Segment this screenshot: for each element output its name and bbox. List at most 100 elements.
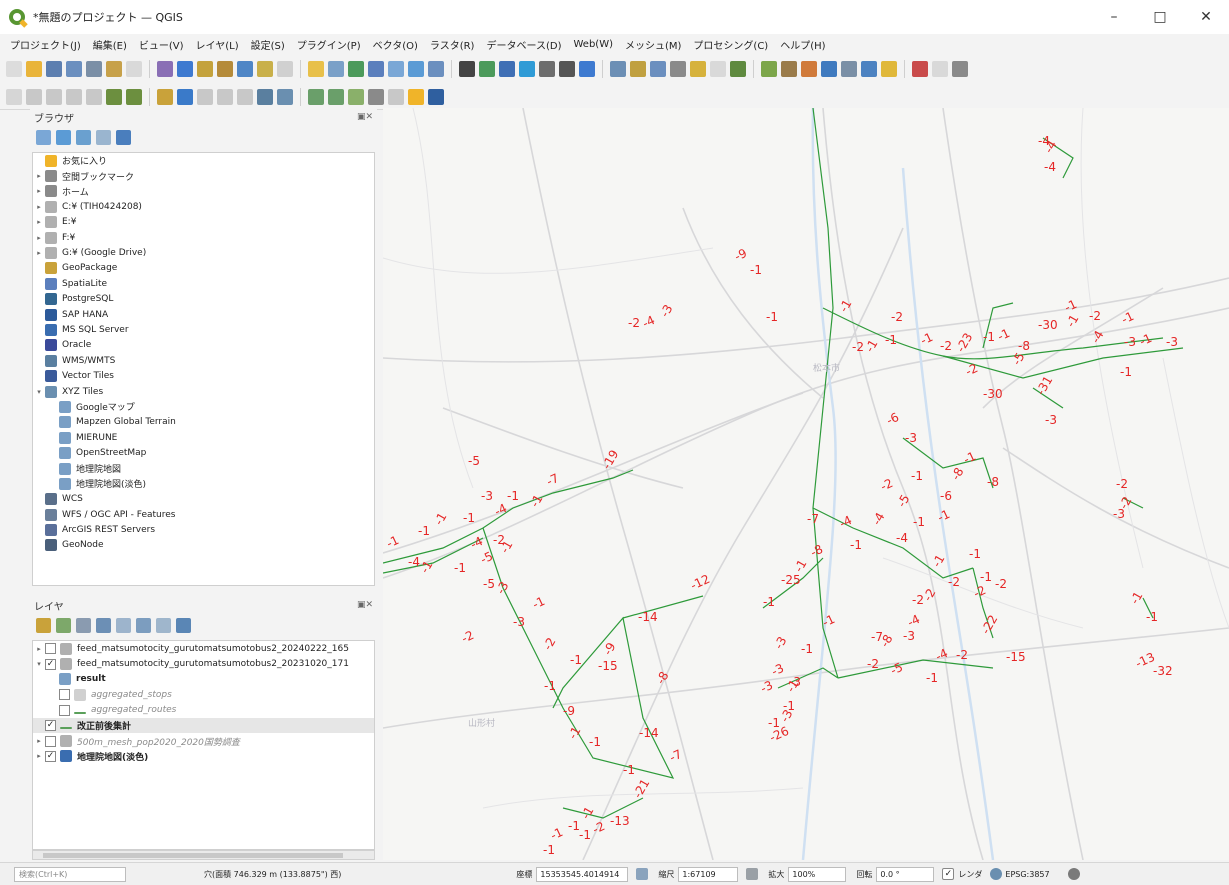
tb1-tool-button-icon[interactable] bbox=[217, 61, 233, 77]
tb1-tool-button-icon[interactable] bbox=[579, 61, 595, 77]
tb1-tool-button-icon[interactable] bbox=[781, 61, 797, 77]
tb2-tool-button-icon[interactable] bbox=[106, 88, 122, 105]
tb2-tool-button-icon[interactable] bbox=[46, 88, 62, 105]
menu-web[interactable]: Web(W) bbox=[567, 39, 619, 50]
browser-item[interactable]: ArcGIS REST Servers bbox=[33, 522, 374, 537]
panel-float-close-icon[interactable]: ▣✕ bbox=[357, 112, 373, 122]
layer-item[interactable]: ▸ feed_matsumotocity_gurutomatsumotobus2_… bbox=[33, 641, 374, 656]
tb1-tool-button-icon[interactable] bbox=[459, 61, 475, 77]
locator-search-input[interactable]: 検索(Ctrl+K) bbox=[14, 866, 126, 882]
tb1-tool-button-icon[interactable] bbox=[66, 61, 82, 77]
tb1-tool-button-icon[interactable] bbox=[801, 61, 817, 77]
browser-item[interactable]: GeoNode bbox=[33, 538, 374, 553]
menu-database[interactable]: データベース(D) bbox=[480, 37, 567, 52]
browser-item[interactable]: Googleマップ bbox=[33, 399, 374, 414]
expand-arrow-icon[interactable]: ▸ bbox=[33, 172, 45, 180]
tb1-tool-button-icon[interactable] bbox=[388, 61, 404, 77]
tb1-tool-button-icon[interactable] bbox=[761, 61, 777, 77]
layer-item[interactable]: aggregated_stops bbox=[33, 687, 374, 702]
tb1-tool-button-icon[interactable] bbox=[368, 61, 384, 77]
browser-item[interactable]: MIERUNE bbox=[33, 430, 374, 445]
tb1-tool-button-icon[interactable] bbox=[630, 61, 646, 77]
menu-view[interactable]: ビュー(V) bbox=[133, 37, 190, 52]
expand-arrow-icon[interactable]: ▾ bbox=[33, 388, 45, 396]
menu-vector[interactable]: ベクタ(O) bbox=[367, 37, 424, 52]
browser-item[interactable]: ▸ 空間ブックマーク bbox=[33, 168, 374, 183]
tb2-tool-button-icon[interactable] bbox=[157, 88, 173, 105]
browser-item[interactable]: ▸ G:¥ (Google Drive) bbox=[33, 245, 374, 260]
filter-by-expression-icon[interactable] bbox=[116, 617, 131, 633]
tb1-tool-button-icon[interactable] bbox=[197, 61, 213, 77]
expand-all-icon[interactable] bbox=[136, 617, 151, 633]
browser-item[interactable]: ▸ ホーム bbox=[33, 184, 374, 199]
browser-item[interactable]: 地理院地図(淡色) bbox=[33, 476, 374, 491]
coordinate-field[interactable]: 15353545.4014914 bbox=[536, 866, 629, 882]
refresh-icon[interactable] bbox=[56, 129, 71, 145]
tb1-tool-button-icon[interactable] bbox=[559, 61, 575, 77]
tb2-tool-button-icon[interactable] bbox=[197, 88, 213, 105]
browser-item[interactable]: MS SQL Server bbox=[33, 322, 374, 337]
layer-item[interactable]: ▸ ✓ 地理院地図(淡色) bbox=[33, 749, 374, 764]
menu-settings[interactable]: 設定(S) bbox=[245, 37, 291, 52]
browser-item[interactable]: PostgreSQL bbox=[33, 292, 374, 307]
tb2-tool-button-icon[interactable] bbox=[408, 88, 424, 105]
properties-icon[interactable] bbox=[116, 129, 131, 145]
panel-float-close-icon[interactable]: ▣✕ bbox=[357, 600, 373, 610]
tb1-tool-button-icon[interactable] bbox=[308, 61, 324, 77]
tb1-tool-button-icon[interactable] bbox=[277, 61, 293, 77]
menu-edit[interactable]: 編集(E) bbox=[87, 37, 133, 52]
tb2-tool-button-icon[interactable] bbox=[126, 88, 142, 105]
tb2-tool-button-icon[interactable] bbox=[388, 88, 404, 105]
magnifier-field[interactable]: 100% bbox=[788, 866, 847, 882]
browser-item[interactable]: WCS bbox=[33, 492, 374, 507]
tb1-tool-button-icon[interactable] bbox=[428, 61, 444, 77]
tb1-tool-button-icon[interactable] bbox=[610, 61, 626, 77]
browser-item[interactable]: ▸ C:¥ (TIH0424208) bbox=[33, 199, 374, 214]
tb1-tool-button-icon[interactable] bbox=[690, 61, 706, 77]
browser-item[interactable]: ▸ F:¥ bbox=[33, 230, 374, 245]
expand-arrow-icon[interactable]: ▸ bbox=[33, 218, 45, 226]
menu-processing[interactable]: プロセシング(C) bbox=[687, 37, 774, 52]
minimize-button[interactable]: – bbox=[1091, 0, 1137, 34]
manage-map-themes-icon[interactable] bbox=[76, 617, 91, 633]
tb1-tool-button-icon[interactable] bbox=[881, 61, 897, 77]
expand-arrow-icon[interactable]: ▸ bbox=[33, 737, 45, 745]
layer-item[interactable]: ▾ ✓ feed_matsumotocity_gurutomatsumotobus2… bbox=[33, 656, 374, 671]
scrollbar-thumb[interactable] bbox=[43, 853, 343, 858]
crs-globe-icon[interactable] bbox=[990, 868, 1003, 880]
tb1-tool-button-icon[interactable] bbox=[932, 61, 948, 77]
menu-help[interactable]: ヘルプ(H) bbox=[774, 37, 831, 52]
tb2-tool-button-icon[interactable] bbox=[308, 88, 324, 105]
tb2-tool-button-icon[interactable] bbox=[257, 88, 273, 105]
tb2-tool-button-icon[interactable] bbox=[368, 88, 384, 105]
tb1-tool-button-icon[interactable] bbox=[670, 61, 686, 77]
menu-raster[interactable]: ラスタ(R) bbox=[424, 37, 481, 52]
messages-icon[interactable] bbox=[1067, 868, 1080, 880]
tb1-tool-button-icon[interactable] bbox=[46, 61, 62, 77]
tb1-tool-button-icon[interactable] bbox=[106, 61, 122, 77]
toggle-extents-icon[interactable] bbox=[636, 868, 649, 880]
remove-layer-icon[interactable] bbox=[176, 617, 191, 633]
tb1-tool-button-icon[interactable] bbox=[821, 61, 837, 77]
tb1-tool-button-icon[interactable] bbox=[730, 61, 746, 77]
tb1-tool-button-icon[interactable] bbox=[479, 61, 495, 77]
browser-item[interactable]: ▸ E:¥ bbox=[33, 215, 374, 230]
tb2-tool-button-icon[interactable] bbox=[277, 88, 293, 105]
layer-item[interactable]: ✓ 改正前後集計 bbox=[33, 717, 374, 734]
tb1-tool-button-icon[interactable] bbox=[710, 61, 726, 77]
tb2-tool-button-icon[interactable] bbox=[177, 88, 193, 105]
tb1-tool-button-icon[interactable] bbox=[86, 61, 102, 77]
map-canvas[interactable]: 松本市 山形村 -4 -4 -4 -9 -1 -3 -2 -4 -1 -1 -2 -1 -30 -1 -2 -1… bbox=[383, 108, 1229, 860]
browser-item[interactable]: WFS / OGC API - Features bbox=[33, 507, 374, 522]
browser-item[interactable]: WMS/WMTS bbox=[33, 353, 374, 368]
layer-item[interactable]: result bbox=[33, 672, 374, 687]
menu-mesh[interactable]: メッシュ(M) bbox=[619, 37, 687, 52]
layer-visibility-checkbox[interactable] bbox=[59, 704, 70, 716]
tb1-tool-button-icon[interactable] bbox=[408, 61, 424, 77]
browser-item[interactable]: Mapzen Global Terrain bbox=[33, 415, 374, 430]
browser-item[interactable]: 地理院地図 bbox=[33, 461, 374, 476]
tb1-tool-button-icon[interactable] bbox=[26, 61, 42, 77]
browser-item[interactable]: ▾ XYZ Tiles bbox=[33, 384, 374, 399]
close-button[interactable]: ✕ bbox=[1183, 0, 1229, 34]
browser-item[interactable]: SpatiaLite bbox=[33, 276, 374, 291]
